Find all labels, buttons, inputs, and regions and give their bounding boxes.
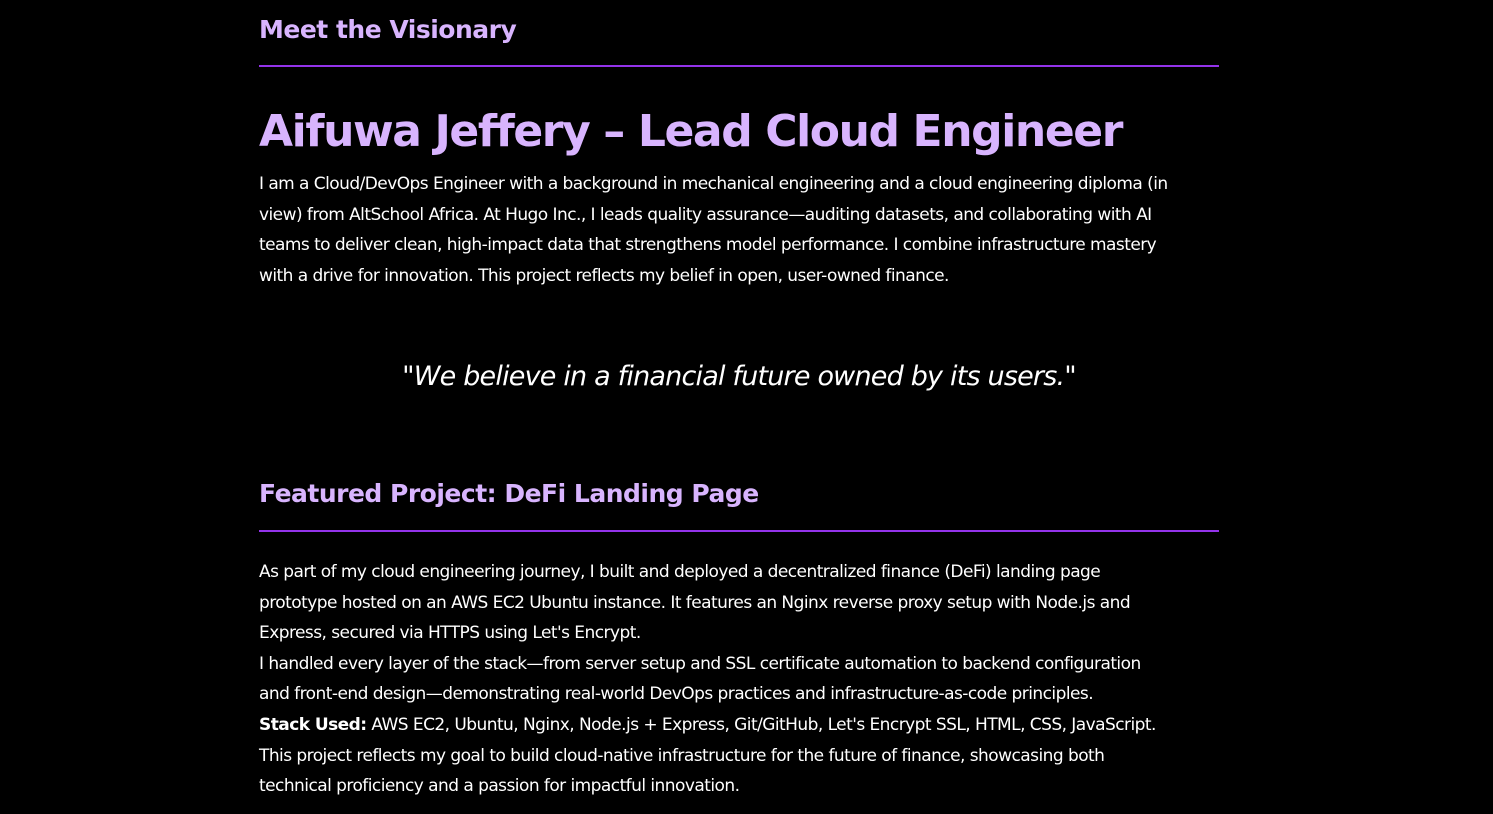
bio-line: with a drive for innovation. This projec… — [259, 265, 949, 286]
bio-line: I am a Cloud/DevOps Engineer with a back… — [259, 174, 1168, 194]
visionary-divider — [259, 65, 1219, 67]
name-title: Aifuwa Jeffery – Lead Cloud Engineer — [259, 106, 1123, 157]
description-line: and front-end design—demonstrating real-… — [259, 684, 1094, 705]
mission-quote: "We believe in a financial future owned … — [402, 361, 1077, 392]
description-line: I handled every layer of the stack—from … — [259, 653, 1141, 674]
stack-label: Stack Used: — [259, 714, 367, 735]
description-line: As part of my cloud engineering journey,… — [259, 562, 1101, 582]
visionary-heading: Meet the Visionary — [259, 15, 517, 44]
bio-line: view) from AltSchool Africa. At Hugo Inc… — [259, 204, 1152, 225]
project-divider — [259, 530, 1219, 532]
stack-value: AWS EC2, Ubuntu, Nginx, Node.js + Expres… — [366, 714, 1156, 735]
description-line: prototype hosted on an AWS EC2 Ubuntu in… — [259, 592, 1131, 613]
description-line: Express, secured via HTTPS using Let's E… — [259, 623, 641, 644]
bio-line: teams to deliver clean, high-impact data… — [259, 235, 1157, 256]
bio-paragraph: I am a Cloud/DevOps Engineer with a back… — [259, 169, 1219, 291]
stack-line: Stack Used: AWS EC2, Ubuntu, Nginx, Node… — [259, 710, 1219, 741]
project-heading: Featured Project: DeFi Landing Page — [259, 479, 759, 508]
closing-line: This project reflects my goal to build c… — [259, 745, 1105, 766]
project-description: As part of my cloud engineering journey,… — [259, 557, 1219, 802]
closing-line: technical proficiency and a passion for … — [259, 776, 740, 797]
